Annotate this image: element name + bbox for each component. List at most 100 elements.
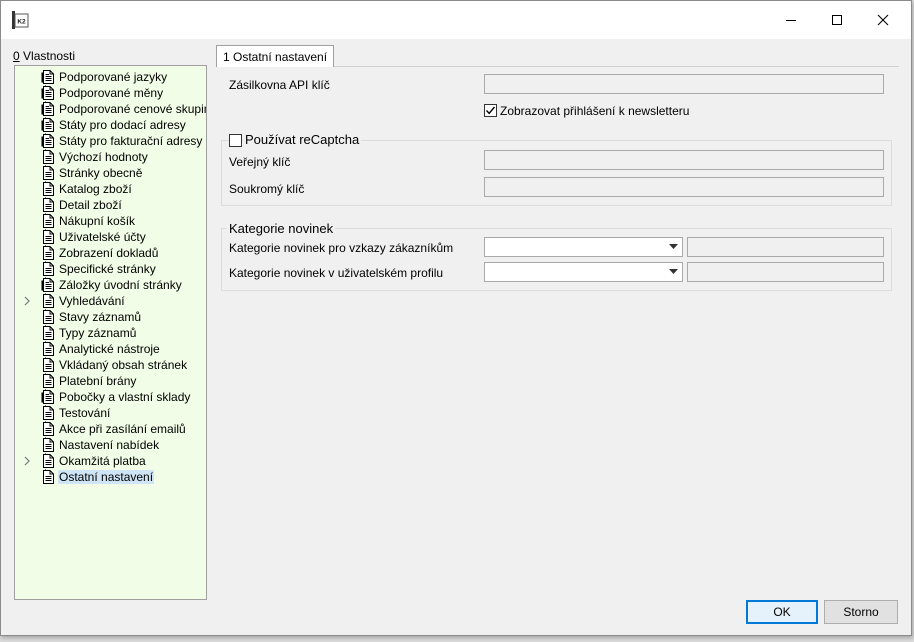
tree-item[interactable]: Zobrazení dokladů bbox=[15, 245, 205, 261]
close-button[interactable] bbox=[860, 1, 906, 39]
tree-item[interactable]: Podporované cenové skupiny bbox=[15, 101, 207, 117]
recaptcha-checkbox[interactable] bbox=[229, 134, 242, 147]
tree-item-label: Akce při zasílání emailů bbox=[59, 422, 186, 436]
tree-item-label: Okamžitá platba bbox=[59, 454, 146, 468]
dialog-window: K2 0 Vlastnosti Podporované jazyky Podpor… bbox=[0, 0, 912, 636]
tree-item-label: Státy pro dodací adresy bbox=[59, 118, 186, 132]
tree-item[interactable]: Ostatní nastavení bbox=[15, 469, 205, 485]
app-icon-text: K2 bbox=[17, 19, 26, 26]
tree-item[interactable]: Stránky obecně bbox=[15, 165, 205, 181]
properties-title: 0 Vlastnosti bbox=[13, 49, 75, 63]
tree-item[interactable]: Testování bbox=[15, 405, 205, 421]
tree-item-label: Podporované měny bbox=[59, 86, 164, 100]
document-icon bbox=[43, 310, 54, 324]
public-key-label: Veřejný klíč bbox=[229, 155, 291, 169]
tree-item-label: Pobočky a vlastní sklady bbox=[59, 390, 191, 404]
customer-messages-extra-input[interactable] bbox=[687, 237, 884, 257]
news-categories-title: Kategorie novinek bbox=[227, 221, 336, 236]
customer-messages-label: Kategorie novinek pro vzkazy zákazníkům bbox=[229, 241, 454, 255]
tree-item[interactable]: Akce při zasílání emailů bbox=[15, 421, 205, 437]
document-lines-icon bbox=[41, 134, 54, 148]
tree-item[interactable]: Analytické nástroje bbox=[15, 341, 205, 357]
tree-item[interactable]: Specifické stránky bbox=[15, 261, 205, 277]
public-key-input[interactable] bbox=[484, 150, 884, 170]
document-icon bbox=[43, 214, 54, 228]
tab-other-settings[interactable]: 1 Ostatní nastavení bbox=[216, 45, 334, 67]
minimize-button[interactable] bbox=[768, 1, 814, 39]
tree-item[interactable]: Nákupní košík bbox=[15, 213, 205, 229]
customer-messages-combo[interactable] bbox=[484, 237, 683, 257]
maximize-button[interactable] bbox=[814, 1, 860, 39]
tree-item[interactable]: Typy záznamů bbox=[15, 325, 205, 341]
tree-item-label: Podporované cenové skupiny bbox=[59, 102, 207, 116]
document-lines-icon bbox=[41, 102, 54, 116]
chevron-down-icon[interactable] bbox=[666, 265, 680, 279]
document-icon bbox=[43, 470, 54, 484]
tree-item[interactable]: Vkládaný obsah stránek bbox=[15, 357, 205, 373]
tree-item-label: Ostatní nastavení bbox=[58, 470, 155, 484]
tree-item-label: Specifické stránky bbox=[59, 262, 156, 276]
tree-item-label: Výchozí hodnoty bbox=[59, 150, 148, 164]
tree-item[interactable]: Záložky úvodní stránky bbox=[15, 277, 205, 293]
tree-item[interactable]: Vyhledávání bbox=[15, 293, 205, 309]
document-icon bbox=[43, 406, 54, 420]
document-lines-icon bbox=[41, 70, 54, 84]
chevron-right-icon[interactable] bbox=[21, 295, 33, 307]
tree-item[interactable]: Detail zboží bbox=[15, 197, 205, 213]
zasilkovna-label: Zásilkovna API klíč bbox=[229, 78, 330, 92]
user-profile-combo[interactable] bbox=[484, 262, 683, 282]
tree-item[interactable]: Výchozí hodnoty bbox=[15, 149, 205, 165]
tree-item-label: Stavy záznamů bbox=[59, 310, 142, 324]
title-bar: K2 bbox=[1, 1, 911, 39]
tree-item[interactable]: Stavy záznamů bbox=[15, 309, 205, 325]
tree-item[interactable]: Podporované jazyky bbox=[15, 69, 205, 85]
tree-item-label: Vyhledávání bbox=[59, 294, 125, 308]
user-profile-extra-input[interactable] bbox=[687, 262, 884, 282]
properties-title-text: Vlastnosti bbox=[19, 49, 76, 63]
tree-item-label: Podporované jazyky bbox=[59, 70, 168, 84]
tree-item-label: Detail zboží bbox=[59, 198, 122, 212]
tree-item[interactable]: Katalog zboží bbox=[15, 181, 205, 197]
properties-tree[interactable]: Podporované jazyky Podporované měny Podpor… bbox=[14, 65, 207, 600]
tree-item-label: Stránky obecně bbox=[59, 166, 143, 180]
tree-item-label: Vkládaný obsah stránek bbox=[59, 358, 188, 372]
tree-item[interactable]: Pobočky a vlastní sklady bbox=[15, 389, 205, 405]
newsletter-checkbox[interactable] bbox=[484, 104, 497, 117]
tree-item-label: Katalog zboží bbox=[59, 182, 132, 196]
app-icon: K2 bbox=[12, 11, 29, 29]
recaptcha-title: Používat reCaptcha bbox=[243, 132, 362, 147]
tree-item[interactable]: Státy pro dodací adresy bbox=[15, 117, 205, 133]
tree-item[interactable]: Podporované měny bbox=[15, 85, 205, 101]
tree-item-label: Testování bbox=[59, 406, 111, 420]
private-key-label: Soukromý klíč bbox=[229, 182, 305, 196]
tree-item[interactable]: Státy pro fakturační adresy bbox=[15, 133, 205, 149]
tree-item-label: Nákupní košík bbox=[59, 214, 136, 228]
tree-item[interactable]: Okamžitá platba bbox=[15, 453, 205, 469]
document-icon bbox=[43, 422, 54, 436]
chevron-right-icon[interactable] bbox=[21, 455, 33, 467]
document-icon bbox=[43, 198, 54, 212]
document-icon bbox=[43, 374, 54, 388]
document-icon bbox=[43, 294, 54, 308]
tree-item-label: Zobrazení dokladů bbox=[59, 246, 159, 260]
cancel-button[interactable]: Storno bbox=[824, 600, 898, 624]
tree-item[interactable]: Uživatelské účty bbox=[15, 229, 205, 245]
user-profile-label: Kategorie novinek v uživatelském profilu bbox=[229, 266, 444, 280]
tree-item-label: Státy pro fakturační adresy bbox=[59, 134, 203, 148]
document-icon bbox=[43, 438, 54, 452]
checkmark-icon bbox=[485, 106, 496, 115]
document-icon bbox=[43, 150, 54, 164]
document-icon bbox=[43, 262, 54, 276]
ok-button[interactable]: OK bbox=[746, 600, 818, 624]
private-key-input[interactable] bbox=[484, 177, 884, 197]
tree-item[interactable]: Nastavení nabídek bbox=[15, 437, 205, 453]
document-icon bbox=[43, 182, 54, 196]
tree-item-label: Nastavení nabídek bbox=[59, 438, 160, 452]
tree-item[interactable]: Platební brány bbox=[15, 373, 205, 389]
chevron-down-icon[interactable] bbox=[666, 240, 680, 254]
tab-strip-line bbox=[334, 66, 899, 67]
document-icon bbox=[43, 358, 54, 372]
zasilkovna-api-key-input[interactable] bbox=[484, 74, 884, 94]
properties-title-hotkey: 0 bbox=[13, 49, 20, 63]
document-icon bbox=[43, 246, 54, 260]
